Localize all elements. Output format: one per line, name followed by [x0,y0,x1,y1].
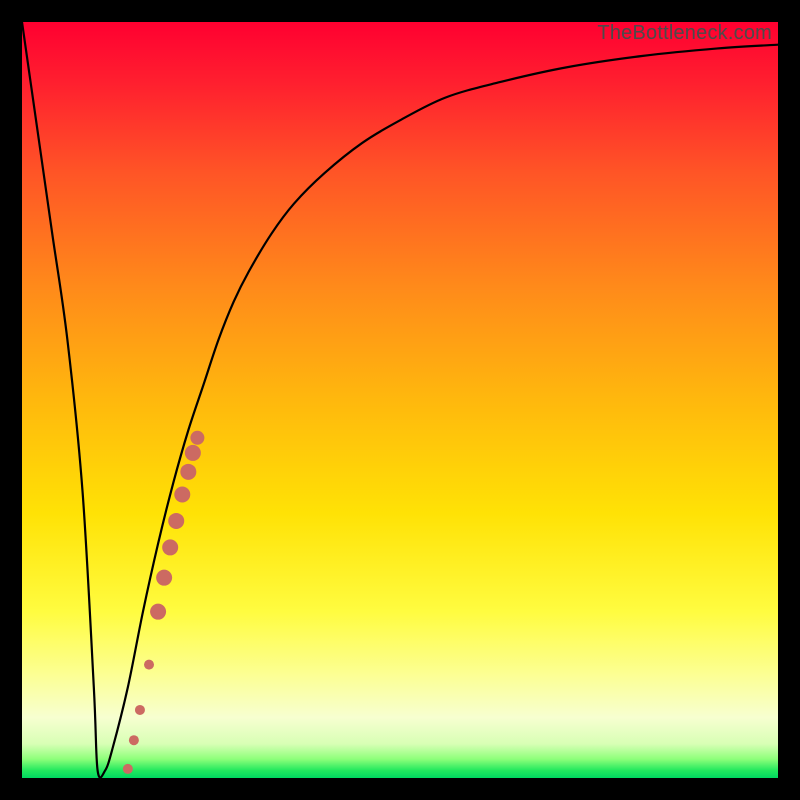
data-marker [156,570,172,586]
data-marker [123,764,133,774]
gradient-background [22,22,778,778]
chart-svg [22,22,778,778]
data-marker [162,539,178,555]
watermark-text: TheBottleneck.com [597,22,772,45]
data-marker [150,604,166,620]
data-marker [129,735,139,745]
data-marker [185,445,201,461]
plot-area: TheBottleneck.com [22,22,778,778]
data-marker [144,660,154,670]
data-marker [135,705,145,715]
data-marker [168,513,184,529]
data-marker [180,464,196,480]
data-marker [174,487,190,503]
data-marker [190,431,204,445]
chart-frame: TheBottleneck.com [0,0,800,800]
